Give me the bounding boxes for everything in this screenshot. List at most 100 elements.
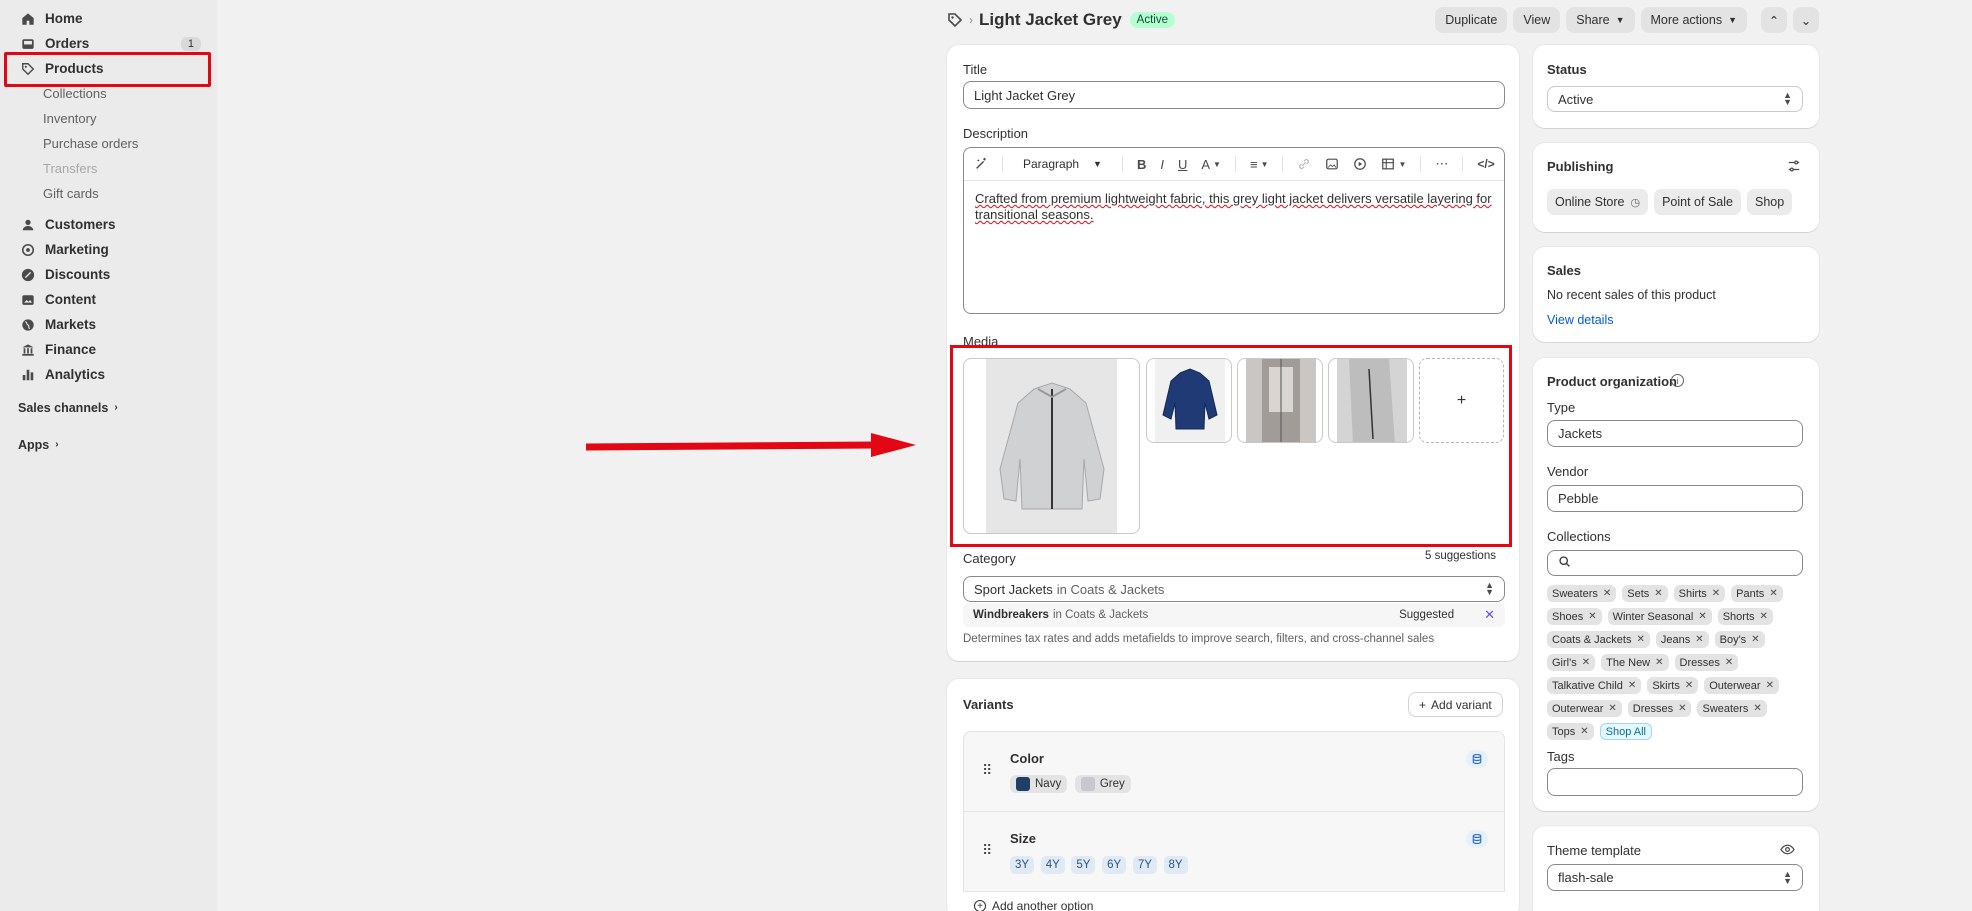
- sidebar-apps[interactable]: Apps ›: [0, 432, 217, 457]
- next-product-button[interactable]: ⌄: [1793, 7, 1819, 33]
- collections-label: Collections: [1547, 529, 1611, 544]
- sidebar-item-content[interactable]: Content: [0, 287, 217, 312]
- italic-icon[interactable]: I: [1160, 157, 1164, 172]
- underline-icon[interactable]: U: [1178, 157, 1187, 172]
- chevron-right-icon: ›: [55, 439, 59, 450]
- bold-icon[interactable]: B: [1137, 157, 1146, 172]
- remove-icon[interactable]: ✕: [1753, 703, 1761, 714]
- remove-icon[interactable]: ✕: [1725, 657, 1733, 668]
- remove-icon[interactable]: ✕: [1695, 634, 1703, 645]
- remove-icon[interactable]: ✕: [1628, 680, 1636, 691]
- remove-icon[interactable]: ✕: [1698, 611, 1706, 622]
- sidebar-item-analytics[interactable]: Analytics: [0, 362, 217, 387]
- shop-all-chip[interactable]: Shop All: [1599, 723, 1653, 740]
- sidebar-item-inventory[interactable]: Inventory: [0, 106, 217, 131]
- channel-online-store[interactable]: Online Store ◷: [1547, 189, 1649, 215]
- link-icon[interactable]: [1297, 157, 1311, 171]
- breadcrumb-separator-icon: ›: [969, 13, 973, 27]
- sidebar-item-label: Discounts: [45, 267, 111, 282]
- paragraph-style-dropdown[interactable]: Paragraph ▼: [1017, 157, 1108, 171]
- channel-point-of-sale[interactable]: Point of Sale: [1654, 189, 1741, 215]
- category-suggestion[interactable]: Windbreakers in Coats & Jackets Suggeste…: [963, 603, 1505, 627]
- share-button[interactable]: Share ▼: [1566, 7, 1635, 33]
- collection-chip: Sweaters ✕: [1697, 700, 1767, 717]
- previous-product-button[interactable]: ⌃: [1761, 7, 1787, 33]
- code-icon[interactable]: </>: [1477, 157, 1494, 171]
- description-text[interactable]: Crafted from premium lightweight fabric,…: [964, 181, 1504, 233]
- channel-shop[interactable]: Shop: [1746, 189, 1793, 215]
- remove-icon[interactable]: ✕: [1769, 588, 1777, 599]
- dismiss-suggestion-icon[interactable]: ✕: [1484, 607, 1495, 623]
- suggestions-count[interactable]: 5 suggestions: [1425, 550, 1496, 562]
- remove-icon[interactable]: ✕: [1655, 657, 1663, 668]
- align-icon[interactable]: ≡ ▼: [1250, 157, 1269, 172]
- publishing-title: Publishing: [1547, 159, 1614, 174]
- remove-icon[interactable]: ✕: [1685, 680, 1693, 691]
- remove-icon[interactable]: ✕: [1603, 588, 1611, 599]
- collection-chip-label: Talkative Child: [1552, 679, 1623, 692]
- remove-icon[interactable]: ✕: [1654, 588, 1662, 599]
- remove-icon[interactable]: ✕: [1678, 703, 1686, 714]
- drag-handle-icon[interactable]: ⠿: [982, 762, 992, 779]
- sidebar-sales-channels[interactable]: Sales channels ›: [0, 395, 217, 420]
- remove-icon[interactable]: ✕: [1712, 588, 1720, 599]
- variant-option-color[interactable]: ⠿ Color Navy Grey: [963, 731, 1505, 812]
- table-icon[interactable]: ▼: [1381, 157, 1406, 171]
- title-value: Light Jacket Grey: [974, 87, 1076, 103]
- info-icon[interactable]: i: [1671, 374, 1684, 387]
- magic-wand-icon[interactable]: [974, 157, 988, 171]
- sidebar-item-markets[interactable]: Markets: [0, 312, 217, 337]
- eye-icon[interactable]: [1780, 842, 1795, 860]
- add-another-option[interactable]: + Add another option: [974, 899, 1093, 911]
- duplicate-button[interactable]: Duplicate: [1435, 7, 1508, 33]
- status-select[interactable]: Active ▲ ▼: [1547, 86, 1803, 112]
- type-input[interactable]: Jackets: [1547, 420, 1803, 447]
- description-label: Description: [963, 126, 1029, 141]
- sidebar-item-purchase-orders[interactable]: Purchase orders: [0, 131, 217, 156]
- sidebar-item-transfers[interactable]: Transfers: [0, 156, 217, 181]
- more-horizontal-icon[interactable]: ⋯: [1435, 156, 1448, 172]
- image-icon[interactable]: [1325, 157, 1339, 171]
- remove-icon[interactable]: ✕: [1751, 634, 1759, 645]
- remove-icon[interactable]: ✕: [1766, 680, 1774, 691]
- view-details-link[interactable]: View details: [1547, 313, 1613, 327]
- database-icon[interactable]: [1466, 750, 1488, 768]
- sidebar-item-finance[interactable]: Finance: [0, 337, 217, 362]
- text-color-icon[interactable]: A ▼: [1201, 157, 1221, 172]
- sidebar-item-home[interactable]: Home: [0, 6, 217, 31]
- more-actions-button[interactable]: More actions ▼: [1640, 7, 1747, 33]
- publishing-channels: Online Store ◷ Point of Sale Shop: [1547, 189, 1798, 215]
- sliders-icon[interactable]: [1787, 159, 1801, 176]
- remove-icon[interactable]: ✕: [1760, 611, 1768, 622]
- remove-icon[interactable]: ✕: [1582, 657, 1590, 668]
- remove-icon[interactable]: ✕: [1608, 703, 1616, 714]
- remove-icon[interactable]: ✕: [1580, 726, 1588, 737]
- variant-option-size[interactable]: ⠿ Size 3Y 4Y 5Y 6Y 7Y 8Y: [963, 811, 1505, 892]
- drag-handle-icon[interactable]: ⠿: [982, 842, 992, 859]
- sidebar-item-discounts[interactable]: Discounts: [0, 262, 217, 287]
- remove-icon[interactable]: ✕: [1636, 634, 1644, 645]
- add-variant-button[interactable]: + Add variant: [1408, 692, 1503, 717]
- tags-input[interactable]: [1547, 768, 1803, 796]
- sidebar-item-label: Customers: [45, 217, 116, 232]
- toolbar-divider: [1121, 156, 1123, 172]
- remove-icon[interactable]: ✕: [1588, 611, 1596, 622]
- organization-title: Product organization: [1547, 374, 1677, 389]
- sidebar-item-gift-cards[interactable]: Gift cards: [0, 181, 217, 206]
- sidebar-item-marketing[interactable]: Marketing: [0, 237, 217, 262]
- apps-label: Apps: [18, 437, 50, 452]
- orders-count-badge: 1: [180, 36, 201, 51]
- database-icon[interactable]: [1466, 830, 1488, 848]
- vendor-input[interactable]: Pebble: [1547, 485, 1803, 512]
- theme-template-select[interactable]: flash-sale ▲ ▼: [1547, 864, 1803, 891]
- channel-label: Online Store: [1555, 195, 1625, 209]
- sidebar-item-customers[interactable]: Customers: [0, 212, 217, 237]
- video-icon[interactable]: [1353, 157, 1367, 171]
- title-input[interactable]: Light Jacket Grey: [963, 81, 1505, 109]
- content-icon: [20, 292, 36, 308]
- collections-search-input[interactable]: [1547, 550, 1803, 576]
- description-editor[interactable]: Paragraph ▼ B I U A ▼ ≡ ▼ ▼ ⋯ </> Crafted f…: [963, 147, 1505, 314]
- search-icon: [1558, 555, 1571, 571]
- category-select[interactable]: Sport Jackets in Coats & Jackets ▲ ▼: [963, 576, 1505, 602]
- view-button[interactable]: View: [1513, 7, 1561, 33]
